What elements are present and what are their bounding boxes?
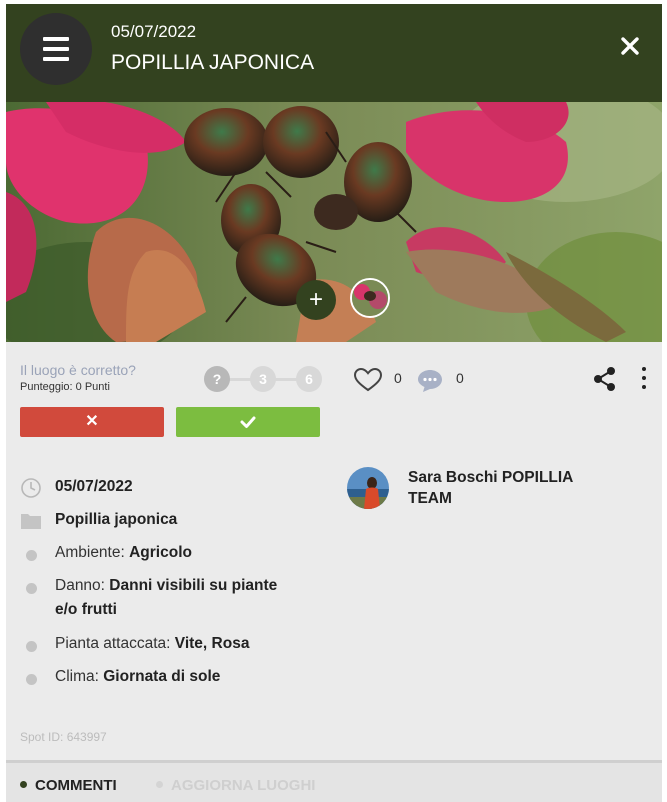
- detail-date: 05/07/2022: [55, 478, 133, 495]
- share-icon[interactable]: [592, 366, 618, 392]
- menu-button[interactable]: [20, 13, 92, 85]
- bullet-icon: [26, 583, 37, 594]
- close-icon[interactable]: [620, 36, 640, 56]
- score-text: Punteggio: 0 Punti: [20, 381, 110, 393]
- tab-commenti[interactable]: COMMENTI: [20, 777, 117, 794]
- photo-thumbnail[interactable]: [350, 278, 390, 318]
- spot-detail-panel: 05/07/2022 POPILLIA JAPONICA + Il luogo …: [6, 4, 662, 802]
- kebab-dot: [642, 385, 646, 389]
- bullet-icon: [26, 641, 37, 652]
- ambiente-label: Ambiente:: [55, 544, 130, 561]
- bullet-icon: [26, 550, 37, 561]
- confirm-button[interactable]: [176, 407, 320, 437]
- step-six: 6: [296, 366, 322, 392]
- detail-category: Popillia japonica: [55, 511, 178, 528]
- hamburger-icon-line: [43, 57, 69, 61]
- ambiente-value: Agricolo: [129, 544, 192, 561]
- kebab-dot: [642, 376, 646, 380]
- header-bar: 05/07/2022 POPILLIA JAPONICA: [6, 4, 662, 102]
- heart-icon[interactable]: [354, 368, 382, 392]
- verification-steps: ? 3 6: [204, 366, 322, 392]
- clima-label: Clima:: [55, 668, 104, 685]
- user-name[interactable]: Sara Boschi POPILLIA TEAM: [408, 467, 608, 509]
- avatar[interactable]: [347, 467, 389, 509]
- kebab-menu-icon[interactable]: [639, 366, 649, 392]
- hamburger-icon-line: [43, 47, 69, 51]
- thumbnail-image: [352, 280, 388, 316]
- tab-active-indicator: [20, 781, 27, 788]
- location-question: Il luogo è corretto?: [20, 362, 136, 378]
- danno-label: Danno:: [55, 577, 110, 594]
- danno-value-line1: Danni visibili su piante: [109, 577, 278, 594]
- reject-button[interactable]: ✕: [20, 407, 164, 437]
- add-photo-button[interactable]: +: [296, 280, 336, 320]
- pianta-value: Vite, Rosa: [174, 635, 250, 652]
- tab-commenti-label: COMMENTI: [35, 777, 117, 794]
- likes-count: 0: [394, 370, 402, 386]
- spot-id: Spot ID: 643997: [20, 730, 107, 744]
- hamburger-icon: [43, 37, 69, 41]
- pianta-label: Pianta attaccata:: [55, 635, 175, 652]
- step-question: ?: [204, 366, 230, 392]
- user-name-line1: Sara Boschi POPILLIA: [408, 469, 574, 486]
- user-name-line2: TEAM: [408, 490, 452, 507]
- step-three: 3: [250, 366, 276, 392]
- danno-value-line2: e/o frutti: [55, 601, 117, 618]
- comments-count: 0: [456, 370, 464, 386]
- avatar-image: [347, 467, 389, 509]
- comment-icon[interactable]: [416, 368, 444, 394]
- header-date: 05/07/2022: [111, 22, 197, 41]
- page-title: POPILLIA JAPONICA: [111, 51, 315, 74]
- bullet-icon: [26, 674, 37, 685]
- tab-aggiorna-luoghi[interactable]: AGGIORNA LUOGHI: [156, 777, 315, 794]
- clock-icon: [21, 478, 41, 498]
- clima-value: Giornata di sole: [103, 668, 221, 685]
- checkmark-icon: [240, 416, 256, 428]
- tab-aggiorna-label: AGGIORNA LUOGHI: [171, 777, 316, 794]
- kebab-dot: [642, 367, 646, 371]
- tab-inactive-indicator: [156, 781, 163, 788]
- folder-icon: [21, 514, 41, 529]
- bottom-tabs: COMMENTI AGGIORNA LUOGHI: [6, 760, 662, 802]
